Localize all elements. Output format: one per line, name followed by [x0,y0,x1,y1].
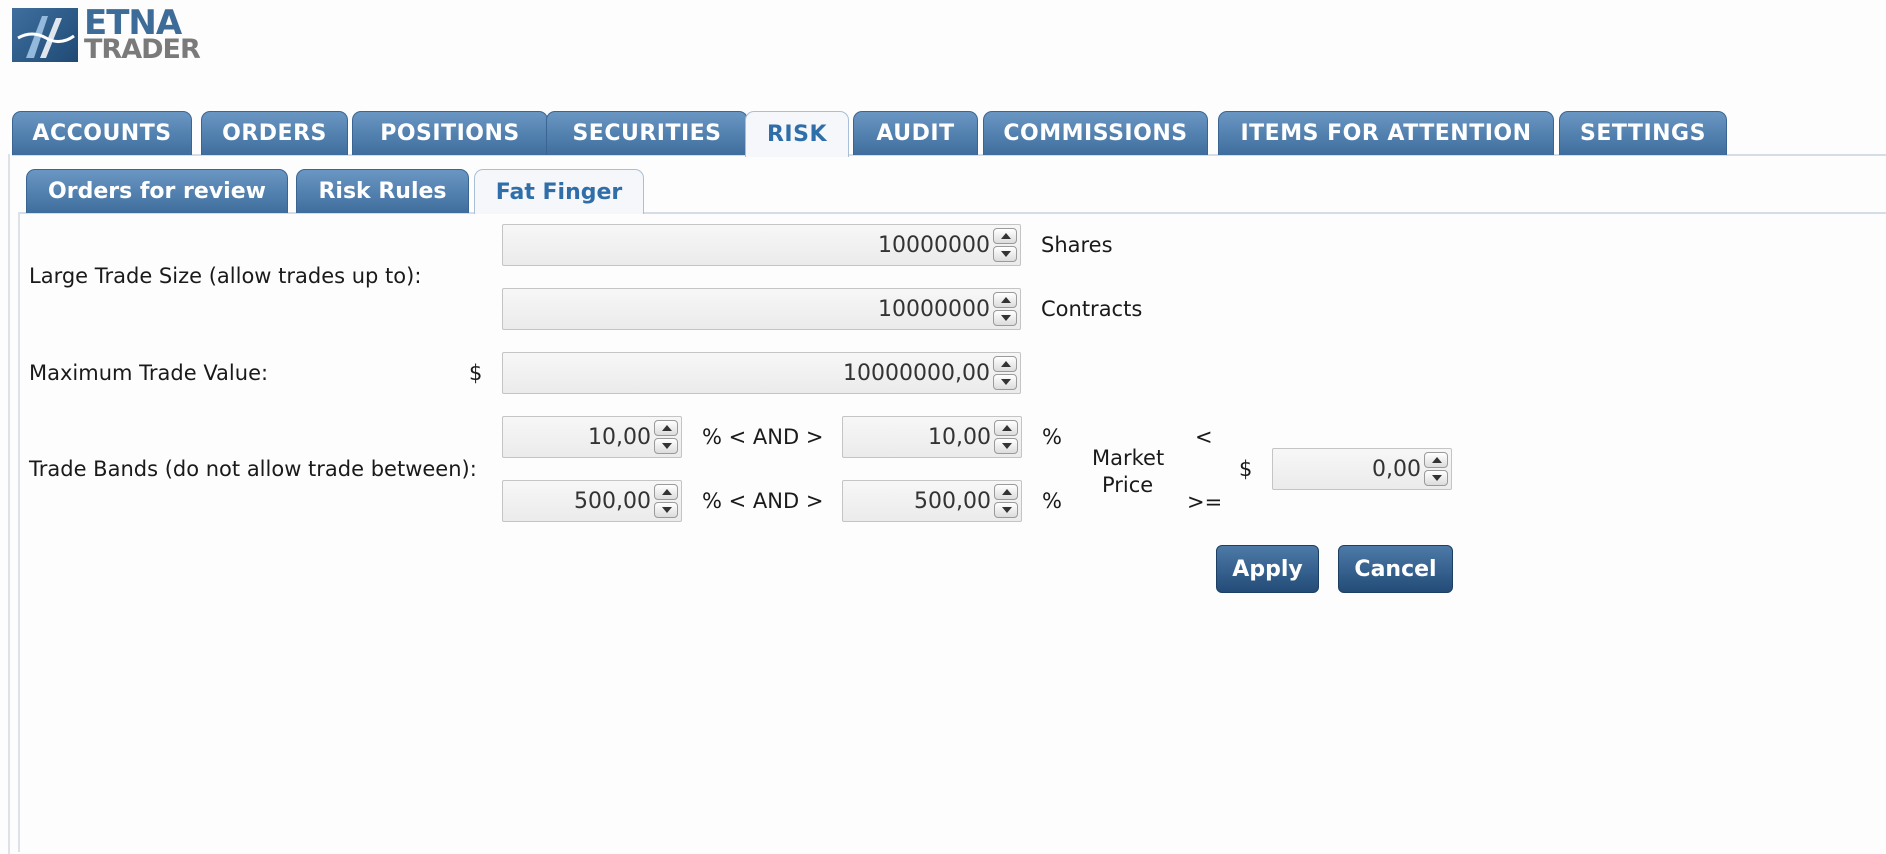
band2-low-value[interactable]: 500,00 [507,481,651,521]
market-price-label-line2: Price [1102,473,1154,497]
subtab-fat-finger[interactable]: Fat Finger [474,169,644,214]
contracts-limit-stepper[interactable]: 10000000 [502,288,1021,330]
band1-low-value[interactable]: 10,00 [507,417,651,457]
increment-icon[interactable] [993,292,1017,308]
market-price-threshold-stepper[interactable]: 0,00 [1272,448,1452,490]
contracts-limit-value[interactable]: 10000000 [507,289,990,329]
tab-settings[interactable]: SETTINGS [1559,111,1727,155]
tab-commissions[interactable]: COMMISSIONS [983,111,1208,155]
decrement-icon[interactable] [993,374,1017,390]
logo-text-trader: TRADER [84,34,201,65]
decrement-icon[interactable] [994,502,1018,518]
shares-limit-stepper[interactable]: 10000000 [502,224,1021,266]
band2-high-value[interactable]: 500,00 [847,481,991,521]
increment-icon[interactable] [993,356,1017,372]
max-trade-currency-label: $ [469,361,483,385]
max-trade-value[interactable]: 10000000,00 [507,353,990,393]
apply-button[interactable]: Apply [1216,545,1319,593]
tab-accounts[interactable]: ACCOUNTS [12,111,192,155]
increment-icon[interactable] [993,228,1017,244]
increment-icon[interactable] [994,484,1018,500]
etna-trader-logo: ETNA TRADER [12,6,201,64]
tab-risk[interactable]: RISK [745,111,849,157]
tab-orders[interactable]: ORDERS [201,111,348,155]
decrement-icon[interactable] [993,246,1017,262]
shares-limit-value[interactable]: 10000000 [507,225,990,265]
logo-mark-icon [12,8,78,62]
band2-low-stepper[interactable]: 500,00 [502,480,682,522]
band1-and-label: % < AND > [702,425,824,449]
greater-equal-label: >= [1187,490,1223,514]
increment-icon[interactable] [654,420,678,436]
tab-audit[interactable]: AUDIT [853,111,978,155]
tab-securities[interactable]: SECURITIES [546,111,748,155]
less-than-label: < [1195,425,1213,449]
decrement-icon[interactable] [993,310,1017,326]
cancel-button[interactable]: Cancel [1338,545,1453,593]
subtab-orders-for-review[interactable]: Orders for review [26,169,288,213]
band1-low-stepper[interactable]: 10,00 [502,416,682,458]
shares-unit-label: Shares [1041,233,1113,257]
decrement-icon[interactable] [994,438,1018,454]
contracts-unit-label: Contracts [1041,297,1143,321]
band2-and-label: % < AND > [702,489,824,513]
trade-bands-label: Trade Bands (do not allow trade between)… [29,457,477,481]
decrement-icon[interactable] [654,438,678,454]
market-price-label-line1: Market [1092,446,1165,470]
increment-icon[interactable] [654,484,678,500]
band1-percent-label: % [1042,425,1062,449]
max-trade-value-label: Maximum Trade Value: [29,361,269,385]
tab-items-for-attention[interactable]: ITEMS FOR ATTENTION [1218,111,1554,155]
decrement-icon[interactable] [654,502,678,518]
band2-high-stepper[interactable]: 500,00 [842,480,1022,522]
market-price-threshold-value[interactable]: 0,00 [1277,449,1421,489]
band2-percent-label: % [1042,489,1062,513]
band1-high-stepper[interactable]: 10,00 [842,416,1022,458]
tab-positions[interactable]: POSITIONS [352,111,548,155]
decrement-icon[interactable] [1424,470,1448,486]
max-trade-value-stepper[interactable]: 10000000,00 [502,352,1021,394]
subtab-risk-rules[interactable]: Risk Rules [296,169,469,213]
threshold-currency-label: $ [1239,457,1253,481]
band1-high-value[interactable]: 10,00 [847,417,991,457]
content-left-border [8,154,10,854]
increment-icon[interactable] [1424,452,1448,468]
sub-content-left-border [18,212,20,852]
large-trade-size-label: Large Trade Size (allow trades up to): [29,264,422,288]
increment-icon[interactable] [994,420,1018,436]
